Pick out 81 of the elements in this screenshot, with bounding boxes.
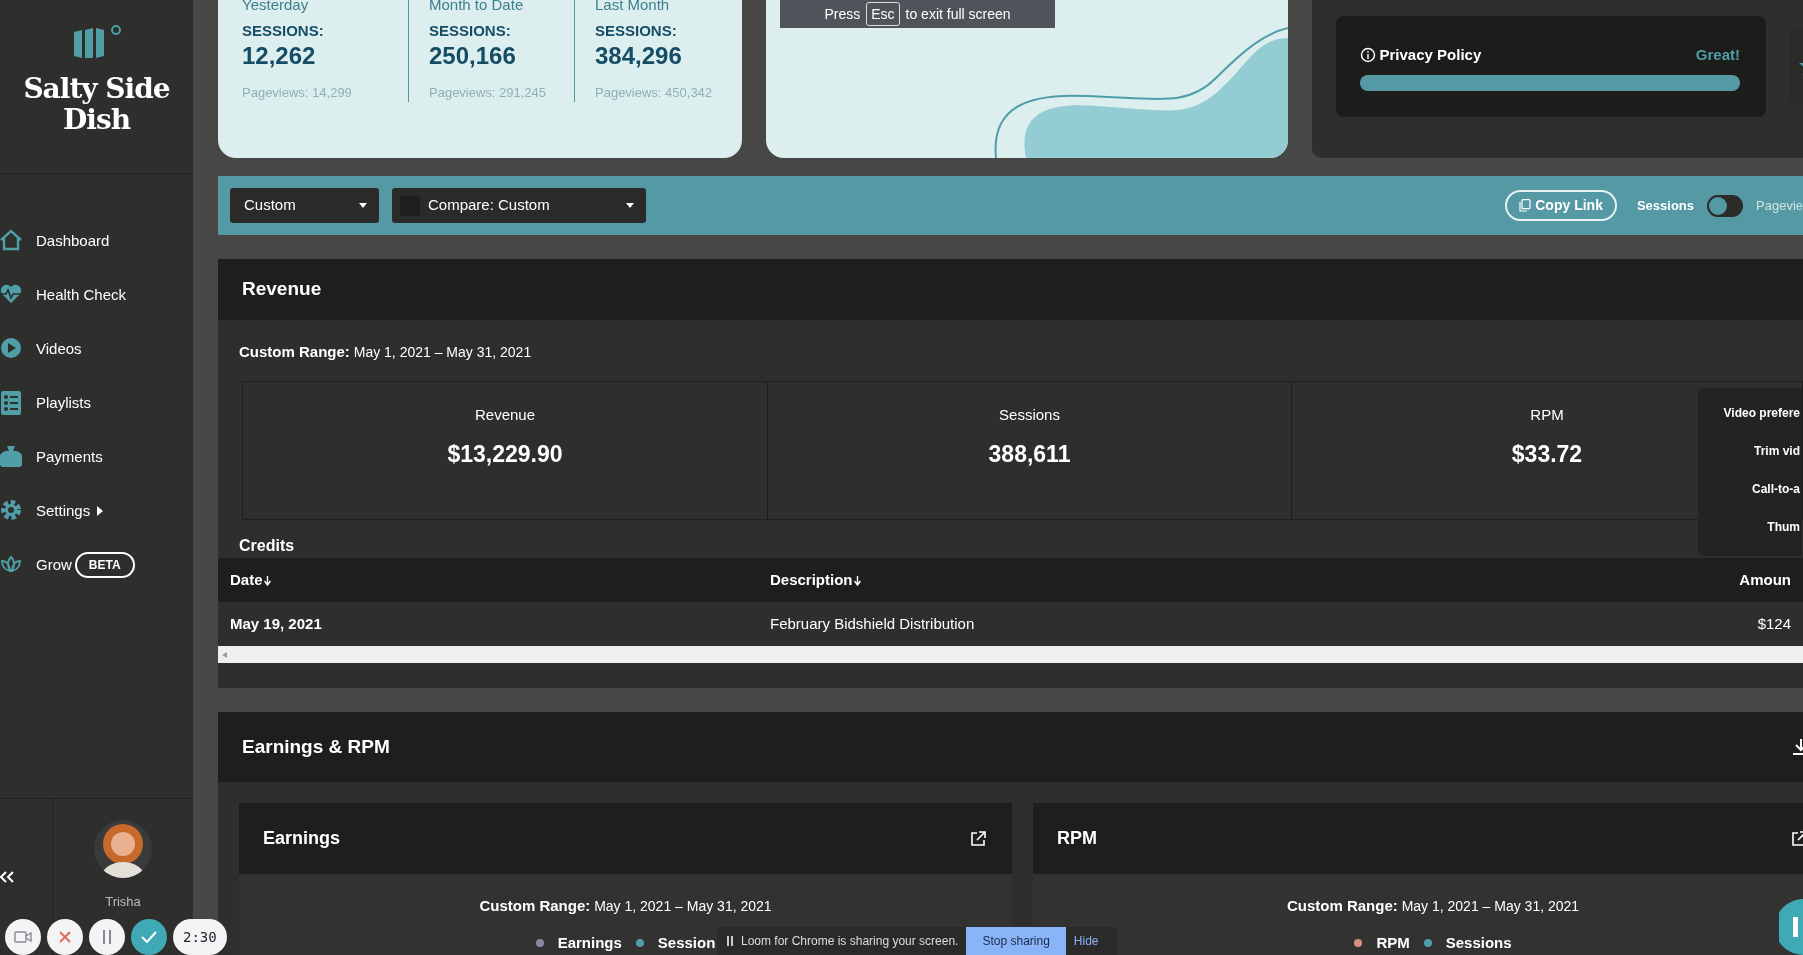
menu-item[interactable]: Trim vid	[1754, 442, 1800, 460]
panel-title: Earnings & RPM	[242, 734, 390, 759]
metric-value: 388,611	[988, 439, 1071, 469]
privacy-label: Privacy Policy	[1379, 45, 1482, 65]
sessions-toggle[interactable]	[1707, 194, 1743, 217]
nav-item[interactable]: Payments	[0, 444, 103, 470]
legend-label: Earnings	[557, 932, 622, 953]
sharing-message: Loom for Chrome is sharing your screen.	[741, 933, 959, 950]
nav-item[interactable]: Settings	[0, 498, 105, 524]
nav-item[interactable]: Dashboard	[0, 228, 110, 254]
sessions-value: 250,166	[429, 42, 517, 69]
pageviews-text: Pageviews: 14,299	[242, 83, 353, 102]
sessions-label: SESSIONS:	[595, 21, 678, 41]
period-label: Yesterday	[242, 0, 310, 14]
info-icon	[1360, 47, 1376, 64]
download-icon[interactable]	[1793, 739, 1803, 755]
metric-label: Sessions	[999, 405, 1060, 425]
nav-item[interactable]: Videos	[0, 336, 82, 362]
table-cell: February Bidshield Distribution	[758, 602, 1543, 646]
metric-value: $13,229.90	[447, 439, 563, 469]
brand-name: Salty Side Dish	[22, 74, 171, 136]
copy-icon	[1519, 199, 1532, 212]
pageviews-text: Pageviews: 291,245	[429, 83, 548, 102]
external-link-icon[interactable]	[970, 830, 986, 847]
money-bag-icon	[0, 445, 22, 469]
camera-icon	[14, 931, 32, 943]
nav-item[interactable]: Health Check	[0, 282, 127, 308]
period-label: Last Month	[595, 0, 671, 14]
home-icon	[0, 229, 22, 253]
menu-item[interactable]: Thum	[1767, 518, 1800, 536]
stop-sharing-button[interactable]: Stop sharing	[966, 927, 1066, 955]
horizontal-scrollbar[interactable]	[218, 646, 1803, 663]
nav-item[interactable]: Grow	[0, 552, 72, 578]
pause-icon	[727, 936, 733, 946]
caret-icon	[626, 203, 634, 208]
column-header[interactable]: Date	[218, 558, 758, 602]
toggle-option: Pagevie	[1756, 195, 1803, 216]
metric-label: Revenue	[474, 405, 535, 425]
hide-link[interactable]: Hide	[1073, 932, 1099, 950]
period-label: Month to Date	[429, 0, 525, 14]
user-name: Trisha	[105, 893, 141, 911]
nav-item[interactable]: Playlists	[0, 390, 91, 416]
pause-icon	[102, 930, 112, 944]
table-cell: May 19, 2021	[218, 602, 758, 646]
panel-title: Revenue	[218, 259, 1803, 320]
metric-value: $33.72	[1511, 439, 1583, 469]
sessions-value: 12,262	[242, 42, 317, 69]
collapse-icon[interactable]	[0, 871, 14, 883]
key-label: Esc	[866, 2, 900, 26]
range-text: Custom Range: May 1, 2021 – May 31, 2021	[239, 342, 533, 362]
compare-dropdown[interactable]: Compare: Custom	[392, 188, 646, 223]
legend-label: Sessions	[1445, 932, 1512, 953]
credits-title: Credits	[239, 536, 296, 556]
sessions-value: 384,296	[595, 42, 683, 69]
range-text: Custom Range: May 1, 2021 – May 31, 2021	[478, 896, 773, 916]
menu-item[interactable]: Video prefere	[1723, 404, 1800, 422]
sessions-label: SESSIONS:	[429, 21, 512, 41]
pageviews-text: Pageviews: 450,342	[595, 83, 714, 102]
range-text: Custom Range: May 1, 2021 – May 31, 2021	[1285, 896, 1581, 916]
legend-label: Session	[657, 932, 716, 953]
status-text: Great!	[1695, 45, 1740, 65]
menu-item[interactable]: Call-to-a	[1752, 480, 1800, 498]
toggle-label: Sessions	[1636, 196, 1694, 215]
column-header[interactable]: Amoun	[1542, 558, 1803, 602]
notice-text: Press	[824, 7, 861, 21]
column-header[interactable]: Description	[758, 558, 1543, 602]
table-cell: $124	[1542, 602, 1803, 646]
range-dropdown[interactable]: Custom	[230, 188, 379, 223]
sessions-label: SESSIONS:	[242, 21, 325, 41]
caret-icon	[359, 203, 367, 208]
logo-icon	[71, 24, 122, 60]
external-link-icon[interactable]	[1791, 830, 1803, 847]
notice-text: to exit full screen	[905, 7, 1011, 21]
metric-label: RPM	[1530, 405, 1564, 425]
card-title: RPM	[1057, 827, 1097, 850]
check-icon	[141, 931, 157, 943]
close-icon	[59, 931, 71, 943]
legend-label: RPM	[1376, 932, 1410, 953]
card-title: Earnings	[263, 827, 341, 850]
bubble-icon[interactable]	[1779, 899, 1803, 955]
beta-badge: BETA	[74, 552, 135, 578]
